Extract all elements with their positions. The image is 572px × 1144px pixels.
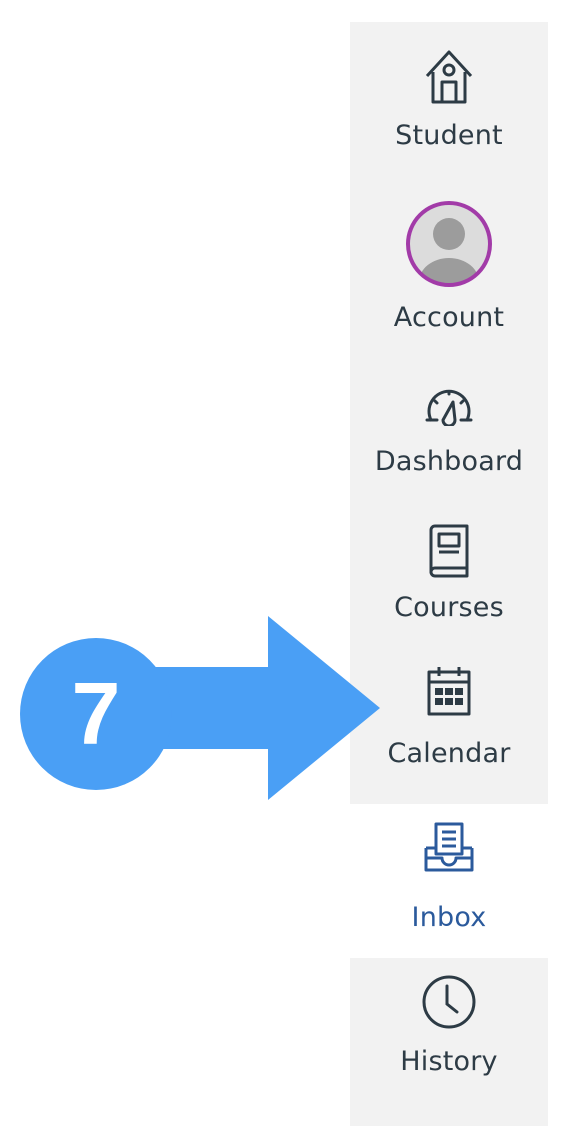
screenshot-stage: Student Account Dashboard Courses Calend… (0, 0, 572, 1144)
step-arrow (120, 616, 380, 800)
step-number: 7 (71, 664, 121, 763)
